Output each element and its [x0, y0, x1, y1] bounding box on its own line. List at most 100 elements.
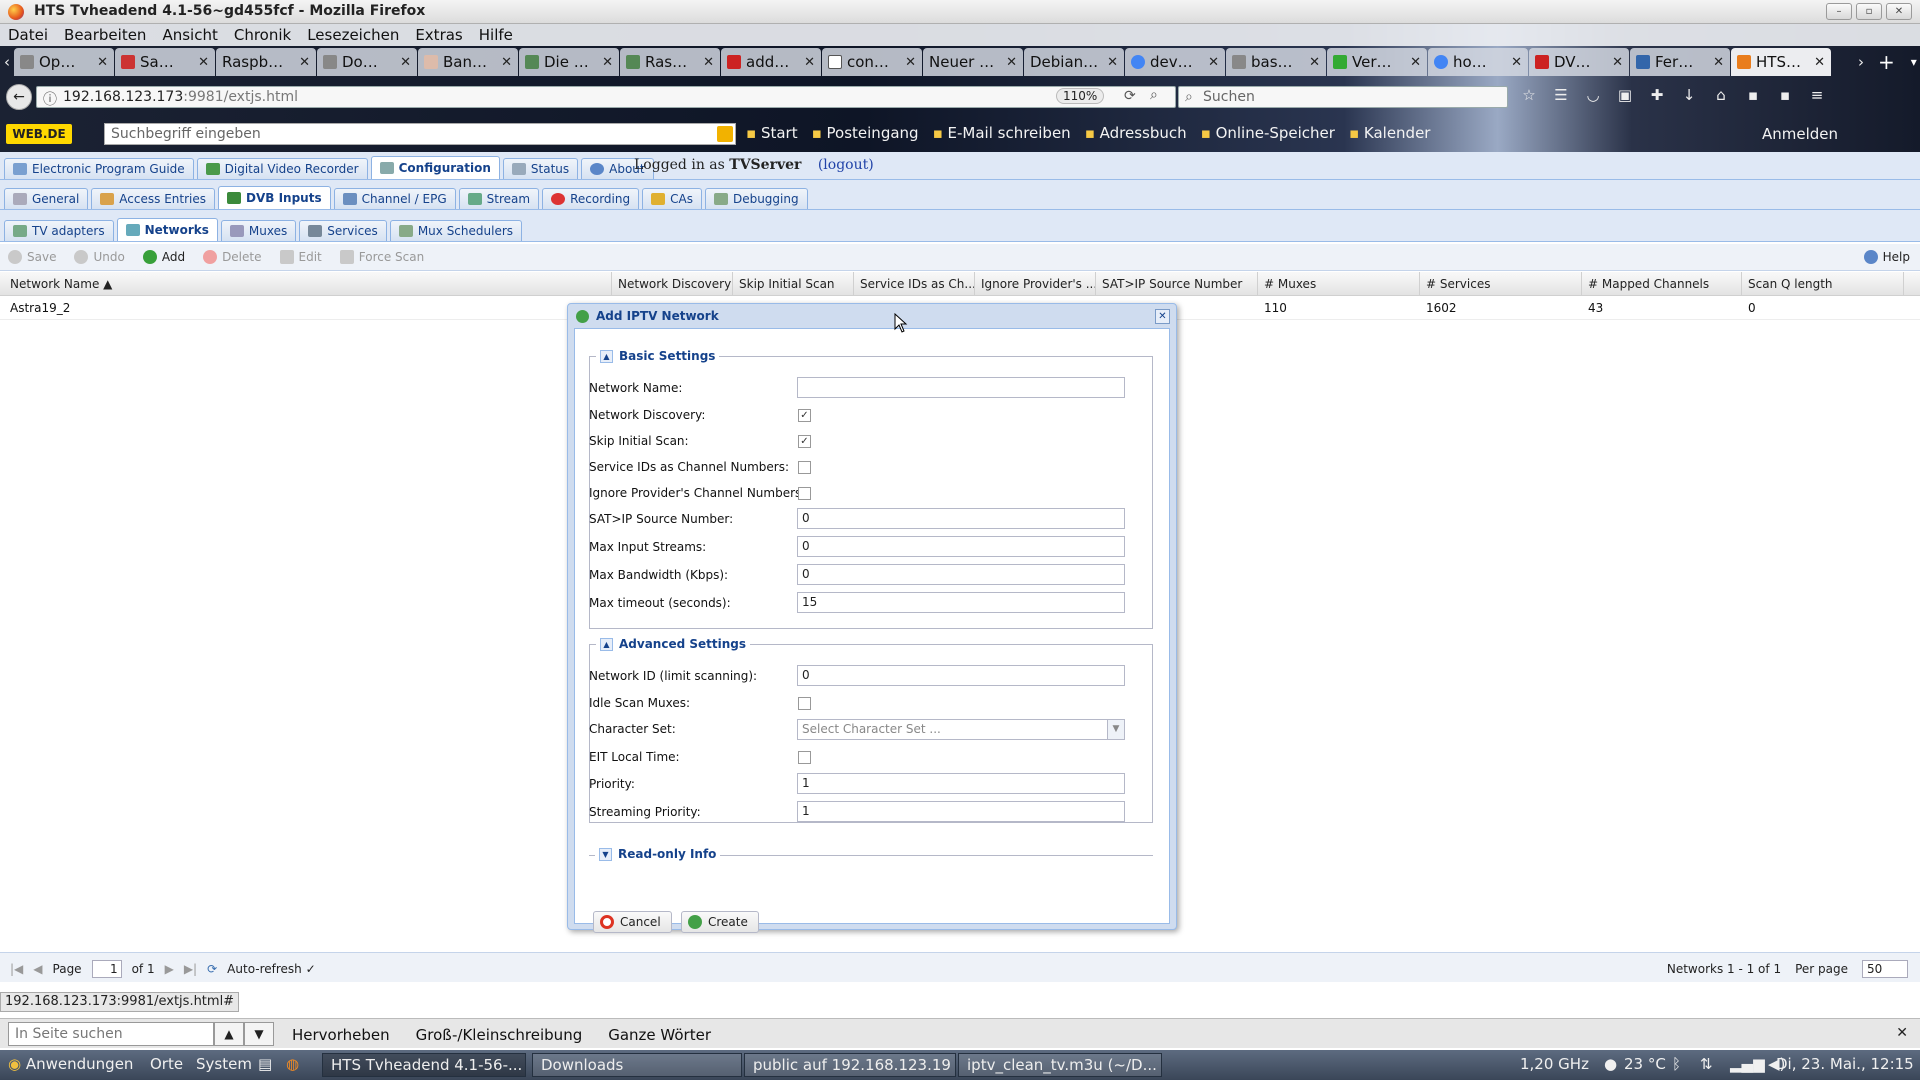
browser-tab[interactable]: dev… ✕ — [1125, 48, 1225, 76]
col-ignore-provider[interactable]: Ignore Provider's ... — [975, 272, 1096, 296]
tab-close-icon[interactable]: ✕ — [198, 55, 209, 70]
max-timeout-input[interactable]: 15 — [797, 592, 1125, 613]
tab-configuration[interactable]: Configuration — [370, 156, 500, 179]
highlight-toggle[interactable]: Hervorheben — [292, 1026, 390, 1044]
find-close-icon[interactable]: ✕ — [1896, 1025, 1908, 1041]
tab-dvr[interactable]: Digital Video Recorder — [196, 158, 368, 179]
col-muxes[interactable]: # Muxes — [1258, 272, 1420, 296]
bluetooth-icon[interactable]: ᛒ — [1672, 1055, 1681, 1073]
save-button[interactable]: Save — [8, 250, 56, 264]
back-button[interactable]: ← — [6, 84, 32, 110]
webde-search-icon[interactable] — [717, 126, 733, 142]
tab-close-icon[interactable]: ✕ — [1814, 55, 1825, 70]
advanced-settings-legend[interactable]: ▲ Advanced Settings — [596, 637, 750, 651]
clock[interactable]: Di, 23. Mai., 12:15 — [1776, 1055, 1914, 1073]
refresh-icon[interactable]: ⟳ — [207, 962, 217, 976]
taskbar-window-m3u[interactable]: iptv_clean_tv.m3u (~/D... — [958, 1053, 1162, 1077]
expand-icon[interactable]: ▼ — [599, 847, 612, 861]
tab-close-icon[interactable]: ✕ — [1612, 55, 1623, 70]
browser-tab[interactable]: ho… ✕ — [1428, 48, 1528, 76]
cancel-button[interactable]: Cancel — [593, 911, 672, 933]
bookmark-star-icon[interactable]: ☆ — [1520, 86, 1538, 104]
auto-refresh-toggle[interactable]: Auto-refresh ✓ — [227, 962, 315, 976]
case-toggle[interactable]: Groß-/Kleinschreibung — [416, 1026, 583, 1044]
browser-tab[interactable]: Ras… ✕ — [620, 48, 720, 76]
network-discovery-checkbox[interactable]: ✓ — [798, 409, 811, 422]
tab-close-icon[interactable]: ✕ — [1410, 55, 1421, 70]
browser-tab[interactable]: bas… ✕ — [1226, 48, 1326, 76]
browser-tab[interactable]: Fer… ✕ — [1630, 48, 1730, 76]
tab-close-icon[interactable]: ✕ — [1713, 55, 1724, 70]
menu-ansicht[interactable]: Ansicht — [162, 24, 217, 46]
per-page-select[interactable]: 50 — [1862, 960, 1908, 978]
menu-chronik[interactable]: Chronik — [234, 24, 291, 46]
max-bandwidth-input[interactable]: 0 — [797, 564, 1125, 585]
idle-scan-checkbox[interactable] — [798, 697, 811, 710]
add-button[interactable]: Add — [142, 250, 185, 264]
tab-close-icon[interactable]: ✕ — [905, 55, 916, 70]
browser-tab[interactable]: add… ✕ — [721, 48, 821, 76]
logout-link[interactable]: (logout) — [818, 157, 874, 173]
menu-bearbeiten[interactable]: Bearbeiten — [64, 24, 146, 46]
max-input-streams-input[interactable]: 0 — [797, 536, 1125, 557]
page-input[interactable]: 1 — [91, 960, 122, 978]
browser-tab[interactable]: Ver… ✕ — [1327, 48, 1427, 76]
charset-select[interactable]: Select Character Set ... ▼ — [797, 719, 1125, 740]
satip-source-input[interactable]: 0 — [797, 508, 1125, 529]
pocket-icon[interactable]: ◡ — [1584, 86, 1602, 104]
home-icon[interactable]: ⌂ — [1712, 86, 1730, 104]
find-next-icon[interactable]: ▼ — [244, 1022, 274, 1046]
col-mapped-channels[interactable]: # Mapped Channels — [1582, 272, 1742, 296]
readonly-info-legend[interactable]: ▼ Read-only Info — [595, 847, 721, 861]
search-bar[interactable]: ⌕ Suchen — [1178, 86, 1508, 108]
create-button[interactable]: Create — [681, 911, 759, 933]
browser-tab[interactable]: Sa… ✕ — [115, 48, 215, 76]
tab-mux-schedulers[interactable]: Mux Schedulers — [389, 220, 523, 241]
tab-close-icon[interactable]: ✕ — [602, 55, 613, 70]
browser-tab[interactable]: Die … ✕ — [519, 48, 619, 76]
taskbar-window-downloads[interactable]: Downloads — [532, 1053, 742, 1077]
whole-words-toggle[interactable]: Ganze Wörter — [608, 1026, 711, 1044]
save-icon[interactable]: ▣ — [1616, 86, 1634, 104]
first-page-icon[interactable]: |◀ — [10, 962, 23, 976]
files-launcher-icon[interactable]: ▤ — [258, 1055, 272, 1073]
tab-recording[interactable]: Recording — [542, 188, 640, 209]
edit-button[interactable]: Edit — [279, 250, 322, 264]
streaming-priority-input[interactable]: 1 — [797, 801, 1125, 822]
service-ids-checkbox[interactable] — [798, 461, 811, 474]
tab-tv-adapters[interactable]: TV adapters — [4, 220, 114, 241]
reload-icon[interactable]: ⟳ — [1124, 88, 1136, 104]
taskbar-window-public[interactable]: public auf 192.168.123.19 — [744, 1053, 956, 1077]
zoom-indicator[interactable]: 110% — [1056, 88, 1105, 104]
chevron-down-icon[interactable]: ▼ — [1107, 720, 1124, 739]
browser-tab[interactable]: DV… ✕ — [1529, 48, 1629, 76]
priority-input[interactable]: 1 — [797, 773, 1125, 794]
webde-search-input[interactable]: Suchbegriff eingeben — [104, 123, 736, 145]
col-network-discovery[interactable]: Network Discovery — [612, 272, 733, 296]
maximize-button[interactable]: ▫ — [1856, 3, 1882, 20]
skip-initial-scan-checkbox[interactable]: ✓ — [798, 435, 811, 448]
extension2-icon[interactable]: ▪ — [1776, 86, 1794, 104]
col-skip-initial-scan[interactable]: Skip Initial Scan — [733, 272, 854, 296]
tab-services[interactable]: Services — [299, 220, 387, 241]
dialog-header[interactable]: Add IPTV Network — [568, 304, 1176, 328]
tab-cas[interactable]: CAs — [642, 188, 702, 209]
firefox-launcher-icon[interactable]: ◍ — [286, 1055, 299, 1073]
bookmark-kalender[interactable]: Kalender — [1349, 124, 1431, 142]
close-window-button[interactable]: ✕ — [1886, 3, 1912, 20]
find-in-page-icon[interactable]: ⌕ — [1150, 87, 1158, 103]
places-menu[interactable]: Orte — [150, 1055, 183, 1073]
bookmark-email-schreiben[interactable]: E-Mail schreiben — [933, 124, 1071, 142]
browser-tab-active[interactable]: HTS… ✕ — [1731, 48, 1831, 76]
tab-close-icon[interactable]: ✕ — [299, 55, 310, 70]
info-icon[interactable]: ⓘ — [43, 89, 57, 109]
reading-list-icon[interactable]: ☰ — [1552, 86, 1570, 104]
signal-icon[interactable]: ▂▄▆ — [1730, 1055, 1765, 1073]
extension-icon[interactable]: ▪ — [1744, 86, 1762, 104]
system-menu[interactable]: System — [196, 1055, 252, 1073]
tab-dvb-inputs[interactable]: DVB Inputs — [218, 186, 331, 209]
tab-channel-epg[interactable]: Channel / EPG — [333, 188, 456, 209]
last-page-icon[interactable]: ▶| — [184, 962, 197, 976]
tab-list-icon[interactable]: ▾ — [1911, 55, 1917, 69]
find-prev-icon[interactable]: ▲ — [214, 1022, 244, 1046]
